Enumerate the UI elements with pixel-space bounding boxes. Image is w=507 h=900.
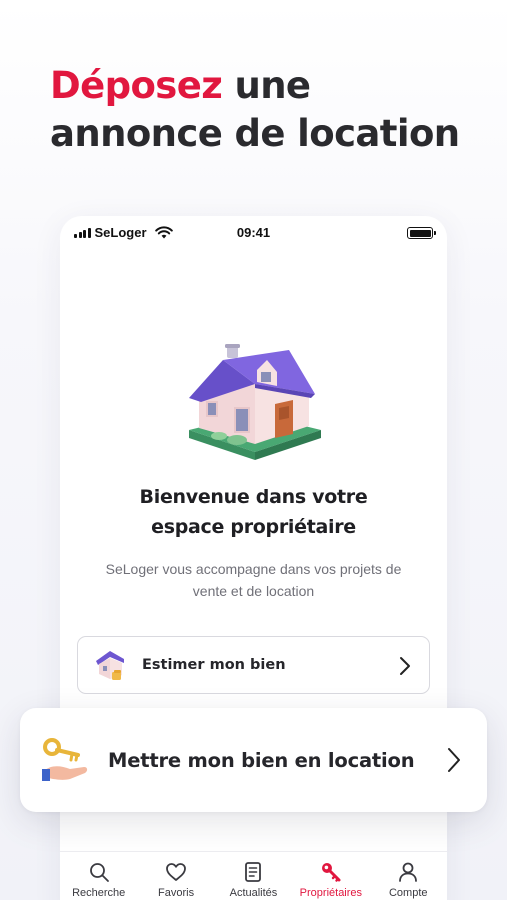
tab-label: Recherche	[72, 887, 126, 899]
chevron-right-icon	[400, 657, 410, 675]
search-icon	[89, 863, 109, 882]
tab-favoris[interactable]: Favoris	[140, 852, 212, 899]
battery-icon	[407, 227, 436, 239]
tab-recherche[interactable]: Recherche	[63, 852, 135, 899]
estimate-label: Estimer mon bien	[142, 657, 286, 673]
tab-label: Propriétaires	[299, 887, 363, 899]
promo-headline: Déposez une annonce de location	[50, 62, 470, 158]
tab-compte[interactable]: Compte	[372, 852, 444, 899]
tab-label: Compte	[388, 887, 428, 899]
key-in-hand-icon	[42, 738, 88, 781]
tab-proprietaires[interactable]: Propriétaires	[295, 852, 367, 899]
welcome-description: SeLoger vous accompagne dans vos projets…	[105, 561, 402, 599]
tab-label: Actualités	[229, 887, 278, 899]
estimate-property-button[interactable]: Estimer mon bien	[77, 636, 430, 694]
heart-icon	[166, 863, 186, 881]
tab-label: Favoris	[158, 887, 195, 899]
status-bar: SeLoger 09:41	[60, 216, 447, 250]
chevron-right-icon	[448, 748, 460, 772]
rent-label: Mettre mon bien en location	[108, 748, 415, 772]
headline-accent: Déposez	[50, 64, 223, 107]
house-icon	[189, 344, 321, 460]
news-icon	[245, 862, 262, 882]
tab-actualites[interactable]: Actualités	[217, 852, 289, 899]
user-icon	[399, 862, 418, 882]
welcome-title: Bienvenue dans votre espace propriétaire	[139, 486, 368, 538]
tab-bar: Recherche Favoris Actualités Propriétair…	[60, 851, 447, 900]
house-small-icon	[96, 651, 124, 680]
status-time: 09:41	[236, 225, 271, 240]
rent-property-button[interactable]: Mettre mon bien en location	[20, 708, 487, 812]
key-icon	[321, 863, 341, 882]
